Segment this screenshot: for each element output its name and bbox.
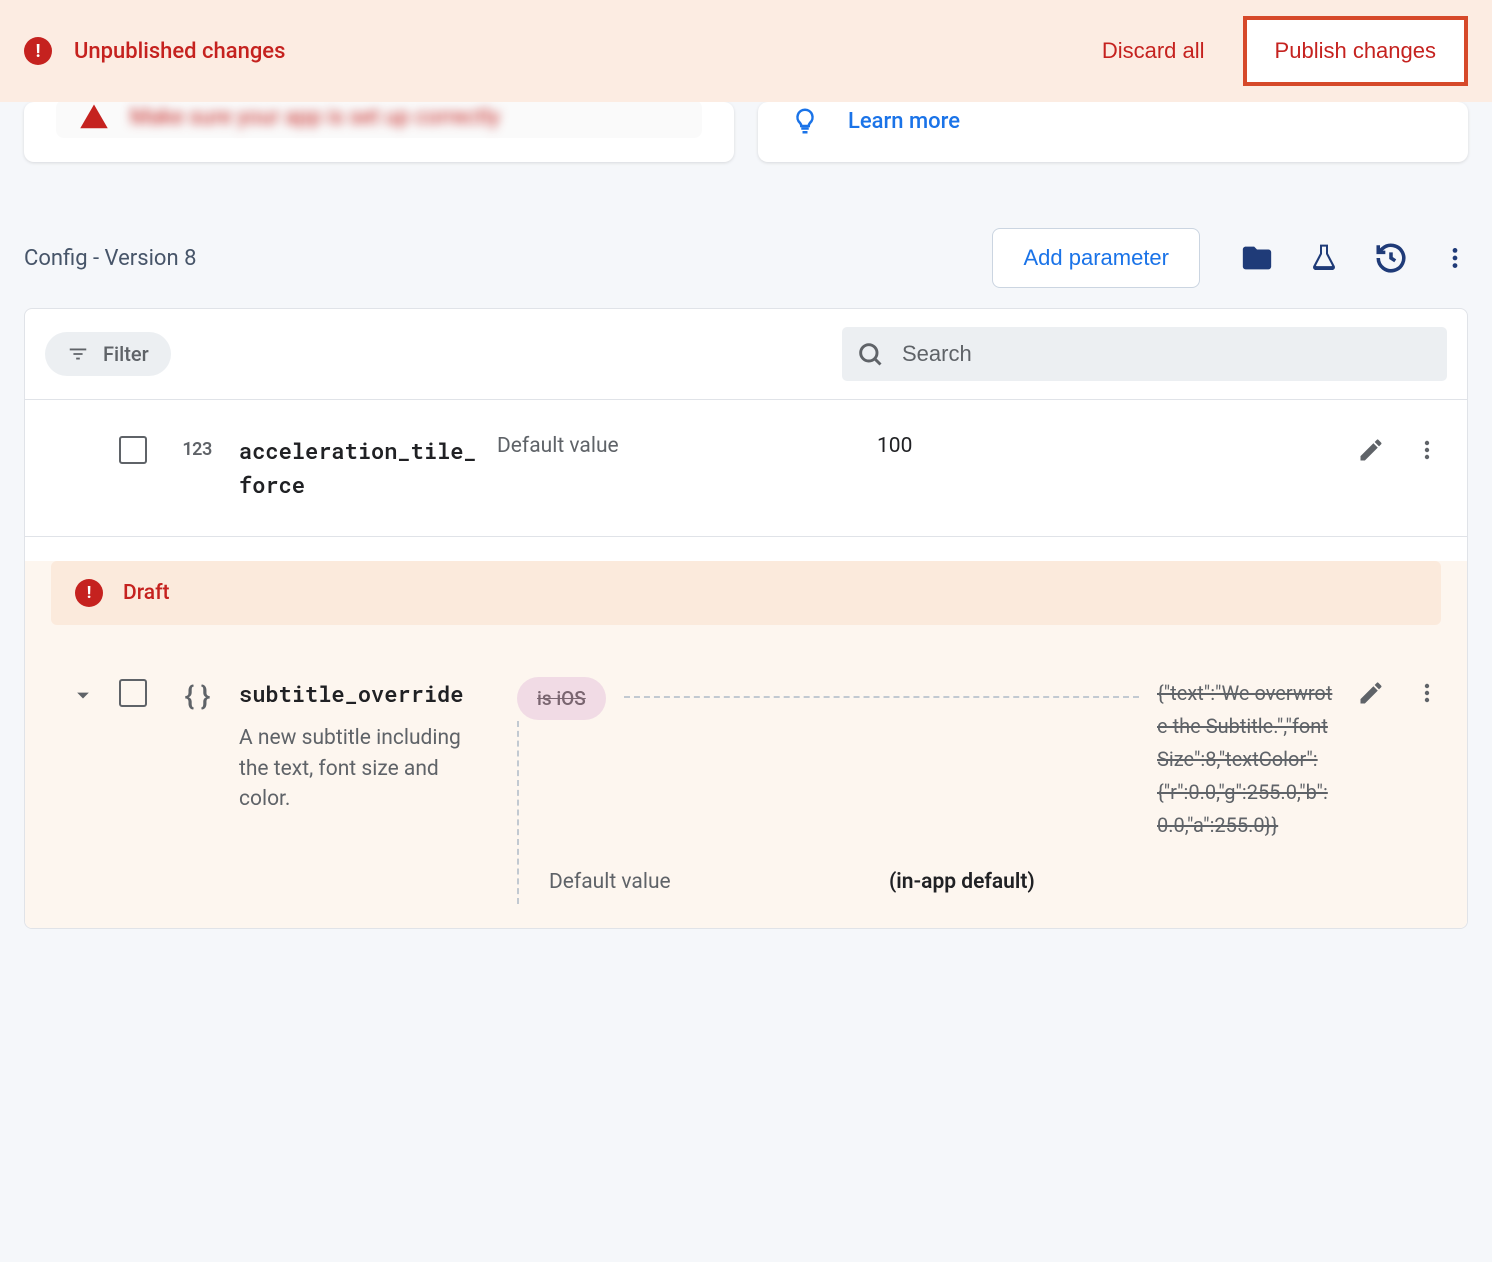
history-icon[interactable] [1374,241,1408,275]
default-value: (in-app default) [889,870,1035,894]
more-vert-icon[interactable] [1415,438,1439,462]
parameter-row: 123 acceleration_tile_force Default valu… [25,400,1467,537]
search-box[interactable] [842,327,1447,381]
flask-icon[interactable] [1308,242,1340,274]
row-checkbox[interactable] [119,436,147,464]
condition-value: {"text":"We overwrote the Subtitle.","fo… [1157,677,1337,842]
learn-card: Learn more [758,102,1468,162]
setup-warning-text: Make sure your app is set up correctly [130,105,500,130]
parameter-row: {} subtitle_override A new subtitle incl… [25,643,1467,928]
condition-chip: is iOS [517,677,606,720]
alert-icon: ! [75,579,103,607]
number-type-badge: 123 [175,436,219,460]
discard-all-button[interactable]: Discard all [1096,37,1211,65]
draft-banner: ! Draft [51,561,1441,625]
unpublished-banner: ! Unpublished changes Discard all Publis… [0,0,1492,102]
parameters-panel: Filter 123 acceleration_tile_force Defau… [24,308,1468,929]
row-checkbox[interactable] [119,679,147,707]
folder-icon[interactable] [1240,241,1274,275]
config-version-title: Config - Version 8 [24,246,992,271]
filter-button[interactable]: Filter [45,332,171,376]
warning-triangle-icon [76,102,112,132]
more-vert-icon[interactable] [1442,245,1468,271]
default-value-label: Default value [549,870,889,894]
param-description: A new subtitle including the text, font … [239,723,489,814]
search-input[interactable] [900,340,1433,368]
default-value: 100 [877,434,912,458]
publish-changes-button[interactable]: Publish changes [1251,24,1460,78]
dashed-connector [624,696,1139,698]
param-name: acceleration_tile_force [239,434,489,502]
publish-highlight: Publish changes [1243,16,1468,86]
param-name: subtitle_override [239,677,489,711]
draft-label: Draft [123,581,170,605]
draft-section: ! Draft {} subtitle_override A new subti… [25,561,1467,928]
lightbulb-icon [790,106,820,136]
alert-icon: ! [24,37,52,65]
default-value-label: Default value [497,434,877,458]
chevron-down-icon[interactable] [69,681,97,709]
filter-label: Filter [103,342,149,366]
setup-card: Make sure your app is set up correctly [24,102,734,162]
filter-icon [67,343,89,365]
edit-icon[interactable] [1357,436,1385,464]
add-parameter-button[interactable]: Add parameter [992,228,1200,288]
learn-more-link[interactable]: Learn more [848,109,960,134]
search-icon [856,340,884,368]
json-type-badge: {} [175,679,219,713]
more-vert-icon[interactable] [1415,681,1439,705]
vertical-connector [517,721,519,904]
edit-icon[interactable] [1357,679,1385,707]
banner-title: Unpublished changes [74,39,1096,64]
